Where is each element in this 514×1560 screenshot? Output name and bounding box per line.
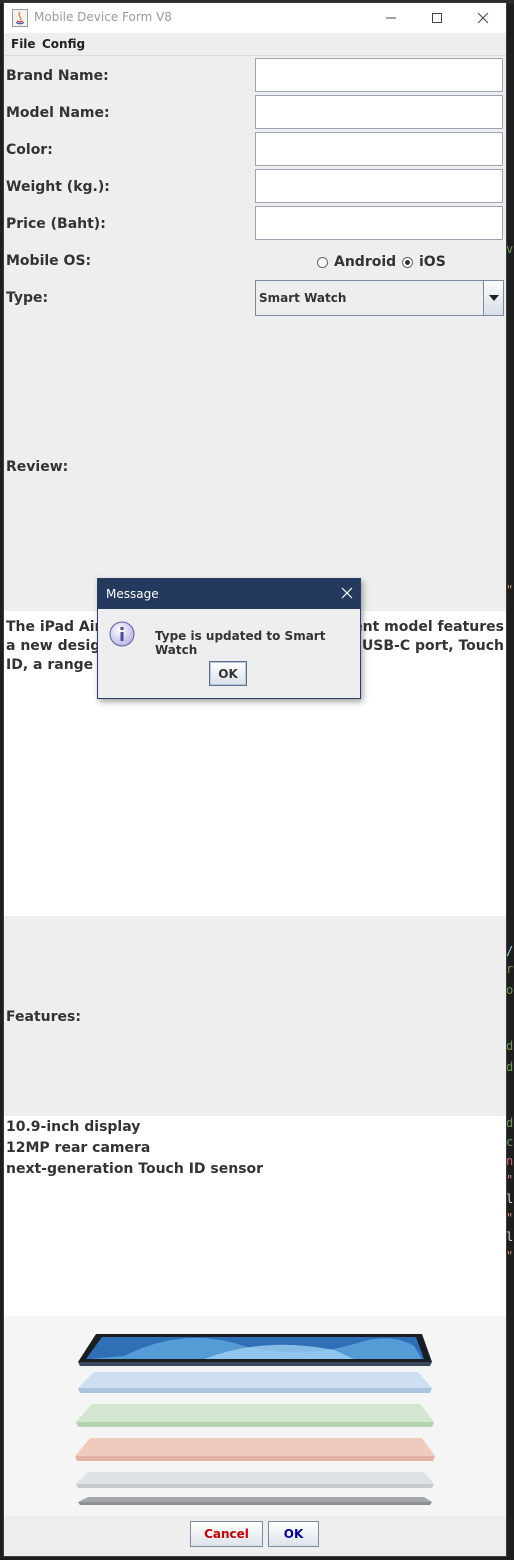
review-line-1-start: The iPad Air i bbox=[6, 619, 112, 635]
type-label: Type: bbox=[6, 290, 49, 306]
review-line-2-start: a new design bbox=[6, 638, 111, 654]
menu-config[interactable]: Config bbox=[42, 37, 85, 51]
review-line-1-end: rrent model features bbox=[339, 619, 504, 635]
cancel-button[interactable]: Cancel bbox=[190, 1521, 263, 1547]
java-app-icon bbox=[12, 9, 28, 27]
type-combobox[interactable]: Smart Watch bbox=[255, 280, 504, 316]
weight-field[interactable] bbox=[255, 169, 503, 203]
message-dialog: Message Type is updated to Smart Watch O… bbox=[97, 578, 361, 699]
combobox-arrow-button[interactable] bbox=[483, 281, 503, 315]
ide-code-fragment: r bbox=[506, 962, 514, 976]
close-icon[interactable] bbox=[340, 586, 354, 600]
dialog-ok-button[interactable]: OK bbox=[209, 661, 247, 686]
close-icon bbox=[477, 12, 489, 24]
close-window-button[interactable] bbox=[460, 3, 506, 33]
ipad-air-stack-image bbox=[75, 1334, 435, 1505]
model-name-field[interactable] bbox=[255, 95, 503, 129]
maximize-button[interactable] bbox=[414, 3, 460, 33]
ide-code-fragment: " bbox=[506, 1211, 514, 1225]
features-label: Features: bbox=[6, 1009, 81, 1025]
ios-radio-label: iOS bbox=[419, 254, 446, 270]
android-radio-label: Android bbox=[334, 254, 397, 270]
features-text-area[interactable]: 10.9-inch display 12MP rear camera next-… bbox=[4, 1116, 506, 1316]
ok-button[interactable]: OK bbox=[268, 1521, 319, 1547]
window-title: Mobile Device Form V8 bbox=[34, 10, 172, 24]
brand-name-label: Brand Name: bbox=[6, 68, 109, 84]
ide-code-fragment: / bbox=[506, 944, 514, 958]
ide-code-fragment: l bbox=[506, 1230, 514, 1244]
chevron-down-icon bbox=[488, 295, 499, 301]
color-label: Color: bbox=[6, 142, 53, 158]
title-bar[interactable]: Mobile Device Form V8 bbox=[4, 3, 506, 33]
ide-code-fragment: " bbox=[506, 583, 514, 597]
android-radio[interactable]: Android bbox=[317, 254, 396, 270]
brand-name-field[interactable] bbox=[255, 58, 503, 92]
menu-file[interactable]: File bbox=[11, 37, 36, 51]
model-name-label: Model Name: bbox=[6, 105, 110, 121]
dialog-title-bar[interactable]: Message bbox=[98, 579, 360, 609]
review-label: Review: bbox=[6, 459, 69, 475]
weight-label: Weight (kg.): bbox=[6, 179, 110, 195]
ide-code-fragment: c bbox=[506, 1135, 514, 1149]
feature-line-1: 10.9-inch display bbox=[6, 1119, 141, 1135]
dialog-message: Type is updated to Smart Watch bbox=[155, 629, 326, 657]
ide-code-fragment: l bbox=[506, 1192, 514, 1206]
color-field[interactable] bbox=[255, 132, 503, 166]
mobile-os-label: Mobile OS: bbox=[6, 253, 92, 269]
feature-line-3: next-generation Touch ID sensor bbox=[6, 1161, 264, 1177]
ide-code-fragment: d bbox=[506, 1116, 514, 1130]
ide-code-fragment: " bbox=[506, 1249, 514, 1263]
ide-code-fragment: v bbox=[506, 242, 514, 256]
dialog-title: Message bbox=[106, 587, 159, 601]
type-combobox-value: Smart Watch bbox=[259, 291, 347, 305]
ide-code-fragment: n bbox=[506, 1154, 514, 1168]
maximize-icon bbox=[432, 13, 442, 23]
price-field[interactable] bbox=[255, 206, 503, 240]
menu-bar: File Config bbox=[4, 33, 506, 56]
feature-line-2: 12MP rear camera bbox=[6, 1140, 151, 1156]
radio-selected-icon bbox=[402, 256, 413, 268]
radio-unselected-icon bbox=[317, 256, 328, 268]
main-window: Mobile Device Form V8 File Config Brand … bbox=[4, 3, 506, 1556]
review-line-2-end: USB-C port, Touch bbox=[361, 638, 504, 654]
ide-code-fragment: d bbox=[506, 1039, 514, 1053]
ios-radio[interactable]: iOS bbox=[402, 254, 446, 270]
price-label: Price (Baht): bbox=[6, 216, 106, 232]
minimize-button[interactable] bbox=[368, 3, 414, 33]
ide-code-fragment: o bbox=[506, 983, 514, 997]
info-icon bbox=[109, 621, 135, 647]
product-image bbox=[4, 1316, 506, 1516]
ide-code-fragment: " bbox=[506, 1173, 514, 1187]
minimize-icon bbox=[386, 17, 396, 19]
ide-code-fragment: d bbox=[506, 1060, 514, 1074]
